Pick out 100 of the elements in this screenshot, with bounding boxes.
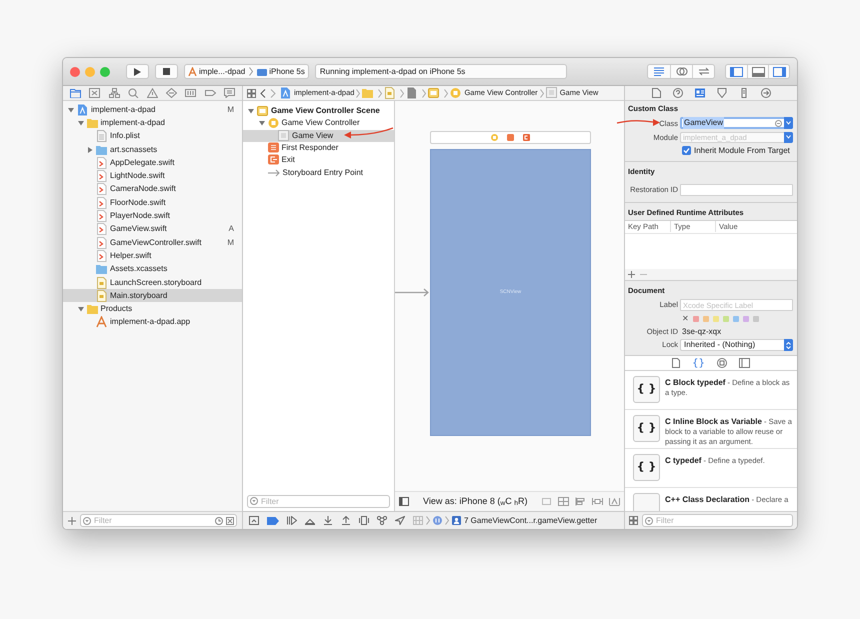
run-button[interactable]: [126, 64, 149, 79]
search-icon[interactable]: [128, 88, 139, 98]
outline-item[interactable]: First Responder: [243, 142, 394, 154]
disclosure-triangle-icon[interactable]: [248, 108, 254, 114]
step-over-icon[interactable]: [305, 516, 315, 525]
location-icon[interactable]: [395, 516, 405, 525]
memory-graph-icon[interactable]: [377, 516, 387, 525]
file-tree-item[interactable]: Assets.xcassets: [63, 262, 242, 276]
file-tree-item[interactable]: Products: [63, 302, 242, 316]
panel-toggle-button[interactable]: [768, 65, 789, 78]
continue-icon[interactable]: [287, 516, 297, 525]
device-name[interactable]: iPhone 5s: [269, 66, 305, 78]
outline-item[interactable]: Game View Controller: [243, 117, 394, 130]
panel-toggle-button[interactable]: [747, 65, 768, 78]
pin-icon[interactable]: [592, 497, 603, 506]
disclosure-triangle-icon[interactable]: [258, 120, 264, 126]
file-tree-item[interactable]: implement-a-dpad M: [63, 103, 242, 116]
quick-help-icon[interactable]: [673, 88, 683, 98]
symbol-hierarchy-icon[interactable]: [108, 88, 120, 98]
file-tree-item[interactable]: art.scnassets: [63, 142, 242, 156]
sidebar-toggle-icon[interactable]: [399, 497, 409, 506]
disclosure-triangle-icon[interactable]: [68, 106, 74, 113]
label-color-swatch[interactable]: [723, 316, 729, 322]
outline-item[interactable]: Storyboard Entry Point: [243, 166, 394, 179]
embed-stack-icon[interactable]: [558, 497, 569, 506]
label-color-swatch[interactable]: [703, 316, 709, 322]
filter-field[interactable]: Filter: [642, 514, 793, 527]
stop-button[interactable]: [155, 64, 178, 79]
lock-popup-button[interactable]: Inherited - (Nothing): [680, 339, 793, 351]
restoration-id-field[interactable]: [680, 184, 793, 196]
view-controller-icon: [491, 134, 498, 141]
class-combo-box[interactable]: GameView: [680, 117, 793, 130]
scheme-selector[interactable]: imple...-dpad iPhone 5s: [184, 64, 309, 79]
label-color-swatch[interactable]: [713, 316, 719, 322]
dropdown-button[interactable]: [784, 117, 793, 130]
hide-debug-area-icon[interactable]: [249, 516, 259, 525]
step-into-icon[interactable]: [323, 516, 333, 525]
file-tree-item[interactable]: LaunchScreen.storyboard: [63, 276, 242, 290]
add-icon[interactable]: [68, 516, 76, 524]
connections-inspector-icon[interactable]: [761, 88, 771, 98]
label-color-swatch[interactable]: [753, 316, 759, 322]
report-bubble-icon[interactable]: [224, 88, 235, 98]
file-tree-item[interactable]: implement-a-dpad.app: [63, 316, 242, 330]
disclosure-triangle-icon[interactable]: [78, 306, 84, 312]
label-color-swatch[interactable]: [743, 316, 749, 322]
file-tree-item[interactable]: PlayerNode.swift: [63, 209, 242, 223]
debug-gauge-icon[interactable]: [185, 88, 196, 98]
file-template-icon[interactable]: [672, 358, 680, 368]
breakpoints-toggle-icon[interactable]: [267, 516, 279, 524]
outline-item[interactable]: Game View Controller Scene: [243, 105, 394, 118]
breakpoint-tag-icon[interactable]: [204, 88, 216, 98]
resolve-issues-icon[interactable]: [609, 497, 620, 506]
scheme-name[interactable]: imple...-dpad: [199, 66, 246, 78]
media-library-icon[interactable]: [738, 358, 750, 368]
file-tree-item[interactable]: LightNode.swift: [63, 169, 242, 183]
align-icon[interactable]: [575, 497, 586, 506]
file-tree-item[interactable]: AppDelegate.swift: [63, 156, 242, 170]
dropdown-button[interactable]: [784, 132, 793, 143]
back-icon[interactable]: [260, 88, 266, 98]
label-color-swatch[interactable]: [693, 316, 699, 322]
inherit-module-checkbox[interactable]: Inherit Module From Target: [682, 144, 790, 157]
file-inspector-icon[interactable]: [651, 88, 661, 98]
project-navigator-icon[interactable]: [70, 88, 82, 98]
add-icon[interactable]: [628, 270, 635, 278]
warning-icon[interactable]: [146, 88, 158, 98]
file-tree-item[interactable]: GameView.swift A: [63, 222, 242, 236]
size-inspector-icon[interactable]: [739, 88, 749, 98]
close-button[interactable]: [70, 66, 80, 76]
object-library-icon[interactable]: [716, 358, 727, 368]
test-diamond-icon[interactable]: [166, 88, 178, 98]
file-tree-item[interactable]: Helper.swift: [63, 249, 242, 263]
file-tree-item[interactable]: Main.storyboard: [63, 289, 242, 302]
label-color-swatch[interactable]: [733, 316, 739, 322]
file-tree-item[interactable]: FloorNode.swift: [63, 196, 242, 210]
related-items-icon[interactable]: [247, 88, 256, 98]
step-out-icon[interactable]: [341, 516, 351, 525]
disclosure-triangle-icon[interactable]: [87, 146, 93, 153]
clear-icon[interactable]: [775, 120, 782, 127]
folder-icon: [86, 303, 98, 316]
disclosure-triangle-icon[interactable]: [78, 120, 84, 126]
recent-files-icon[interactable]: [215, 516, 223, 524]
file-tree-item[interactable]: GameViewController.swift M: [63, 236, 242, 250]
outline-item[interactable]: Exit: [243, 154, 394, 166]
file-tree-item[interactable]: implement-a-dpad: [63, 116, 242, 130]
filter-field[interactable]: Filter: [80, 514, 237, 527]
source-control-filter-icon[interactable]: [226, 516, 234, 524]
snippet-library-tab[interactable]: {}: [692, 356, 705, 370]
file-tree-item[interactable]: CameraNode.swift: [63, 182, 242, 196]
view-hierarchy-icon[interactable]: [359, 516, 369, 525]
attributes-inspector-icon[interactable]: [717, 88, 727, 98]
stepper-button[interactable]: [784, 339, 793, 351]
identity-inspector-icon[interactable]: [695, 88, 705, 98]
filter-field[interactable]: Filter: [247, 494, 390, 508]
stack-frame-item[interactable]: 7 GameViewCont...r.gameView.getter: [452, 514, 598, 526]
thread-icon[interactable]: [433, 516, 442, 525]
grid-view-icon[interactable]: [629, 516, 638, 525]
source-control-icon[interactable]: [89, 88, 100, 98]
clear-label-button[interactable]: ✕: [682, 312, 689, 324]
outline-item[interactable]: Game View: [243, 130, 394, 142]
file-tree-item[interactable]: Info.plist: [63, 130, 242, 143]
